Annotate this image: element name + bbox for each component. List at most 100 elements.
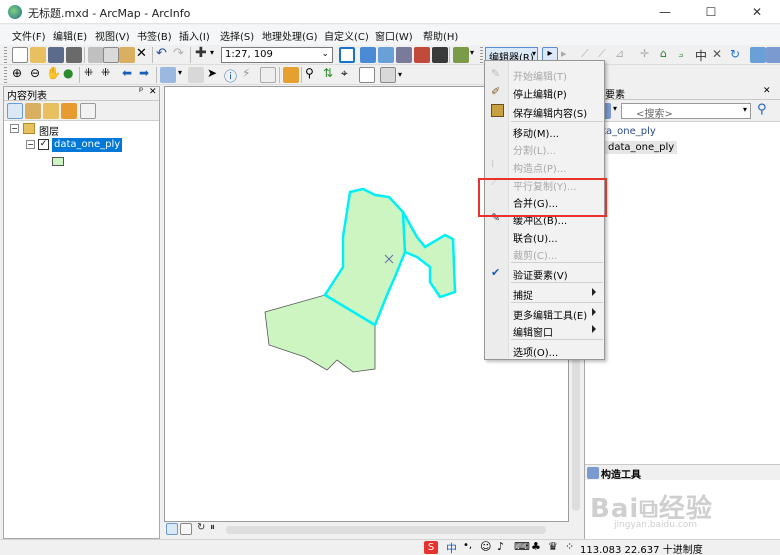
microphone-icon[interactable]: ♪ [497,540,504,553]
menu-item-validate-features[interactable]: ✔ 验证要素(V) [485,264,604,282]
cut-icon[interactable] [88,47,104,63]
clear-selection-icon[interactable] [188,67,204,83]
template-search-input[interactable]: <搜索> ▾ [621,103,751,120]
menu-item-construct-points[interactable]: ⁞ 构造点(P)... [485,157,604,175]
map-scale-combobox[interactable]: 1:27, 109 ⌄ [221,47,333,63]
copy-icon[interactable] [103,47,119,63]
ime-logo-icon[interactable]: S [424,541,438,554]
polygon-feature-east[interactable] [401,211,457,299]
layout-view-icon[interactable] [180,523,192,535]
menu-item-more-editing-tools[interactable]: 更多编辑工具(E) [485,304,604,322]
layer-visibility-checkbox[interactable]: ✓ [38,139,49,150]
redo-icon[interactable]: ↷ [173,46,184,61]
menu-item-start-editing[interactable]: ✎ 开始编辑(T) [485,65,604,83]
close-window-button[interactable]: ✕ [734,0,780,24]
search-window-icon[interactable] [396,47,412,63]
add-data-icon[interactable]: ✚ [195,45,207,61]
ime-settings-icon[interactable]: ♣ [531,540,541,553]
menu-file[interactable]: 文件(F) [12,28,46,43]
chevron-down-icon[interactable]: ▾ [613,104,617,113]
minimize-button[interactable]: — [642,0,688,24]
menu-windows[interactable]: 窗口(W) [375,28,413,43]
pin-icon[interactable]: ᵖ [139,86,143,97]
edit-vertices-icon[interactable]: ⌂ [660,47,667,60]
back-extent-icon[interactable]: ⬅ [122,66,132,80]
attributes-icon[interactable] [750,47,766,63]
select-elements-icon[interactable]: ➤ [207,66,217,80]
close-icon[interactable]: ✕ [149,87,157,97]
layer-symbol-swatch[interactable] [52,157,64,166]
menu-item-clip[interactable]: 裁剪(C)... [485,244,604,262]
fixed-zoom-in-icon[interactable]: ⁜ [84,66,93,79]
sketch-properties-icon[interactable] [766,47,780,63]
rotate-icon[interactable]: ↻ [730,47,740,61]
trace-icon[interactable]: ⊿ [615,47,624,60]
menu-item-snapping[interactable]: 捕捉 [485,284,604,302]
menu-item-options[interactable]: 选项(O)... [485,341,604,359]
forward-extent-icon[interactable]: ➡ [139,66,149,80]
feature-template-item[interactable]: data_one_ply [605,141,678,154]
menu-bookmarks[interactable]: 书签(B) [137,28,172,43]
chevron-down-icon[interactable]: ▾ [178,68,182,77]
menu-view[interactable]: 视图(V) [95,28,130,43]
zoom-out-icon[interactable]: ⊖ [30,66,40,80]
save-icon[interactable] [48,47,64,63]
close-icon[interactable]: ✕ [763,86,771,96]
find-icon[interactable]: ⚲ [305,66,314,80]
menu-selection[interactable]: 选择(S) [220,28,254,43]
emoji-icon[interactable]: ☺ [480,540,491,553]
menu-help[interactable]: 帮助(H) [423,28,458,43]
add-data-dropdown-icon[interactable]: ▾ [210,48,214,57]
menu-item-union[interactable]: 联合(U)... [485,227,604,245]
keyboard-icon[interactable]: ⌨ [514,540,530,553]
time-slider-icon[interactable] [359,67,375,83]
go-to-xy-icon[interactable]: ⌖ [341,66,348,81]
select-features-icon[interactable] [160,67,176,83]
toolbar-grip[interactable] [4,67,7,83]
pause-drawing-icon[interactable]: ⏸ [210,522,215,533]
toc-window-icon[interactable] [360,47,376,63]
maximize-button[interactable]: ☐ [688,0,734,24]
menu-item-stop-editing[interactable]: ✐ 停止编辑(P) [485,83,604,101]
delete-icon[interactable]: ✕ [136,46,147,61]
html-popup-icon[interactable] [260,67,276,83]
skin-icon[interactable]: ♛ [548,540,558,553]
point-icon[interactable]: ✛ [640,47,649,60]
edit-annotation-icon[interactable]: ▸ [561,47,567,60]
fixed-zoom-out-icon[interactable]: ⁜ [101,66,110,79]
menu-item-split[interactable]: 分割(L)... [485,139,604,157]
end-point-arc-icon[interactable]: ⟋ [598,47,606,61]
python-window-icon[interactable] [432,47,448,63]
menu-item-editing-windows[interactable]: 编辑窗口 [485,321,604,339]
layers-group-label[interactable]: 图层 [39,123,59,138]
open-folder-icon[interactable] [30,47,46,63]
measure-icon[interactable] [283,67,299,83]
menu-insert[interactable]: 插入(I) [179,28,210,43]
editor-toolbar-toggle-icon[interactable] [339,47,355,63]
search-icon[interactable]: ⚲ [757,102,767,117]
toolbar-options-icon[interactable]: ▾ [470,48,474,57]
toolbox-icon[interactable]: ⁘ [565,540,574,553]
toolbar-grip[interactable] [4,47,7,63]
cut-polygons-icon[interactable]: 中 [695,47,707,64]
menu-item-save-edits[interactable]: 保存编辑内容(S) [485,102,604,120]
list-by-visibility-icon[interactable] [43,103,59,119]
full-extent-icon[interactable]: ● [63,66,73,80]
straight-segment-icon[interactable]: ⟋ [581,47,589,61]
paste-icon[interactable] [119,47,135,63]
catalog-window-icon[interactable] [378,47,394,63]
pan-icon[interactable]: ✋ [46,66,61,80]
editor-toolbar-grip[interactable] [480,47,483,63]
arctoolbox-icon[interactable] [414,47,430,63]
collapse-icon[interactable]: − [10,124,19,133]
viewer-window-icon[interactable] [380,67,396,83]
horizontal-scrollbar[interactable] [226,526,546,534]
list-by-drawing-order-icon[interactable] [7,103,23,119]
menu-item-move[interactable]: 移动(M)... [485,122,604,140]
model-builder-icon[interactable] [453,47,469,63]
ime-chinese-mode-icon[interactable]: 中 [446,540,457,555]
collapse-icon[interactable]: − [26,140,35,149]
hyperlink-icon[interactable]: ⚡ [242,66,250,80]
undo-icon[interactable]: ↶ [156,46,167,61]
identify-icon[interactable]: ⓘ [224,66,237,85]
